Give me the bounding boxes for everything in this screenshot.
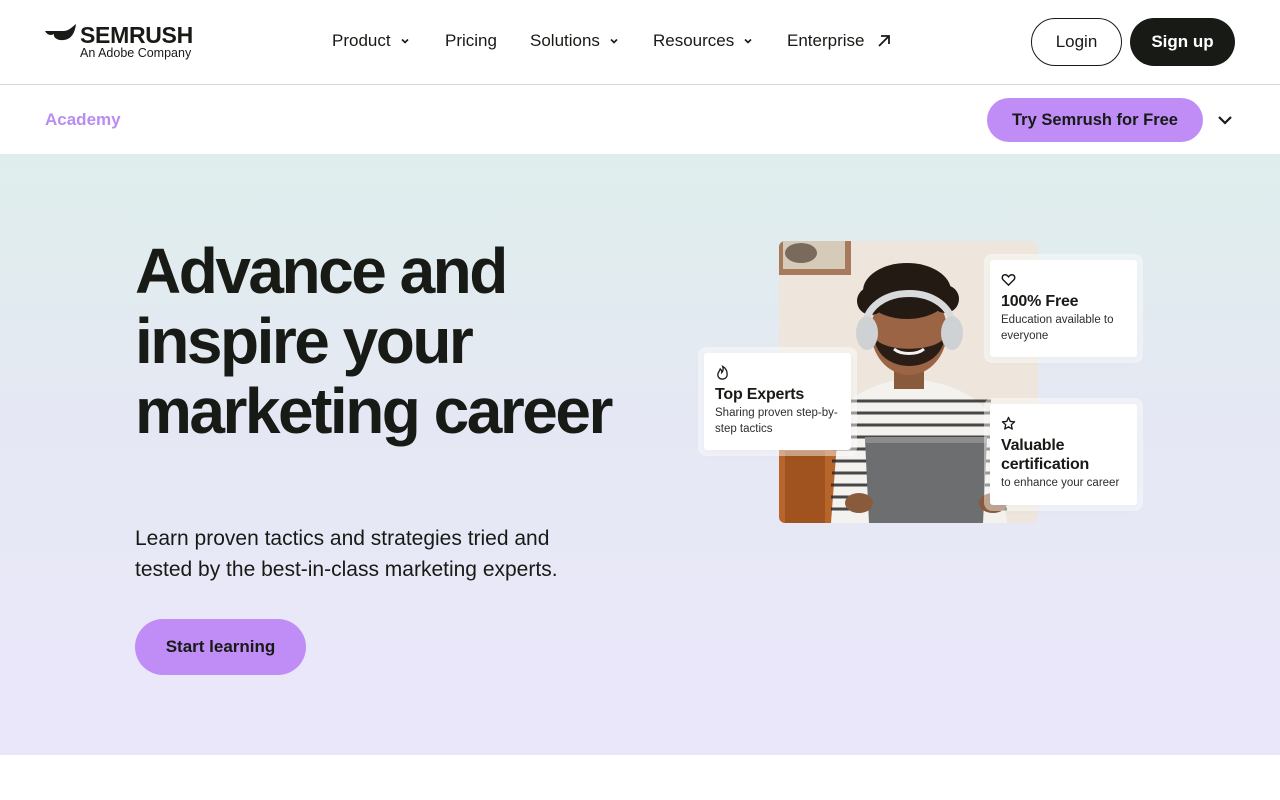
semrush-flame-icon bbox=[45, 24, 76, 41]
hero-title: Advance and inspire your marketing caree… bbox=[135, 235, 613, 447]
card-title: Top Experts bbox=[715, 386, 805, 403]
card-title: 100% Free bbox=[1001, 293, 1079, 310]
nav-enterprise-label: Enterprise bbox=[787, 31, 865, 50]
external-arrow-icon bbox=[878, 35, 891, 47]
signup-button[interactable]: Sign up bbox=[1130, 18, 1235, 66]
academy-link[interactable]: Academy bbox=[45, 110, 121, 130]
login-button[interactable]: Login bbox=[1031, 18, 1122, 66]
nav-resources[interactable]: Resources bbox=[653, 30, 753, 52]
nav-resources-label: Resources bbox=[653, 31, 735, 50]
nav-enterprise[interactable]: Enterprise bbox=[787, 30, 892, 52]
card-title: Valuable certification bbox=[1001, 437, 1090, 473]
nav-product[interactable]: Product bbox=[332, 30, 410, 52]
nav-pricing[interactable]: Pricing bbox=[445, 30, 497, 52]
semrush-logo[interactable]: SEMRUSH An Adobe Company bbox=[45, 22, 205, 62]
nav-pricing-label: Pricing bbox=[445, 31, 497, 50]
chevron-down-icon[interactable] bbox=[1217, 114, 1233, 126]
try-free-button[interactable]: Try Semrush for Free bbox=[987, 98, 1203, 142]
academy-subbar: Academy Try Semrush for Free bbox=[0, 86, 1280, 154]
flame-icon bbox=[717, 365, 728, 380]
feature-card-certification: Valuable certification to enhance your c… bbox=[990, 404, 1137, 505]
nav-solutions[interactable]: Solutions bbox=[530, 30, 619, 52]
logo-wordmark: SEMRUSH bbox=[80, 22, 193, 48]
top-header: SEMRUSH An Adobe Company Product Pricing… bbox=[0, 0, 1280, 85]
nav-solutions-label: Solutions bbox=[530, 31, 600, 50]
heart-icon bbox=[1001, 274, 1016, 287]
card-text: Education available to everyone bbox=[1001, 314, 1114, 342]
chevron-down-icon bbox=[610, 38, 618, 44]
feature-card-experts: Top Experts Sharing proven step-by-step … bbox=[704, 353, 851, 450]
chevron-down-icon bbox=[401, 38, 409, 44]
chevron-down-icon bbox=[744, 38, 752, 44]
nav-product-label: Product bbox=[332, 31, 391, 50]
star-icon bbox=[1001, 416, 1016, 430]
hero-subtitle: Learn proven tactics and strategies trie… bbox=[135, 527, 558, 581]
card-text: Sharing proven step-by-step tactics bbox=[715, 407, 838, 435]
start-learning-button[interactable]: Start learning bbox=[135, 619, 306, 675]
card-text: to enhance your career bbox=[1001, 477, 1120, 489]
logo-tagline: An Adobe Company bbox=[80, 46, 192, 60]
feature-card-free: 100% Free Education available to everyon… bbox=[990, 260, 1137, 357]
